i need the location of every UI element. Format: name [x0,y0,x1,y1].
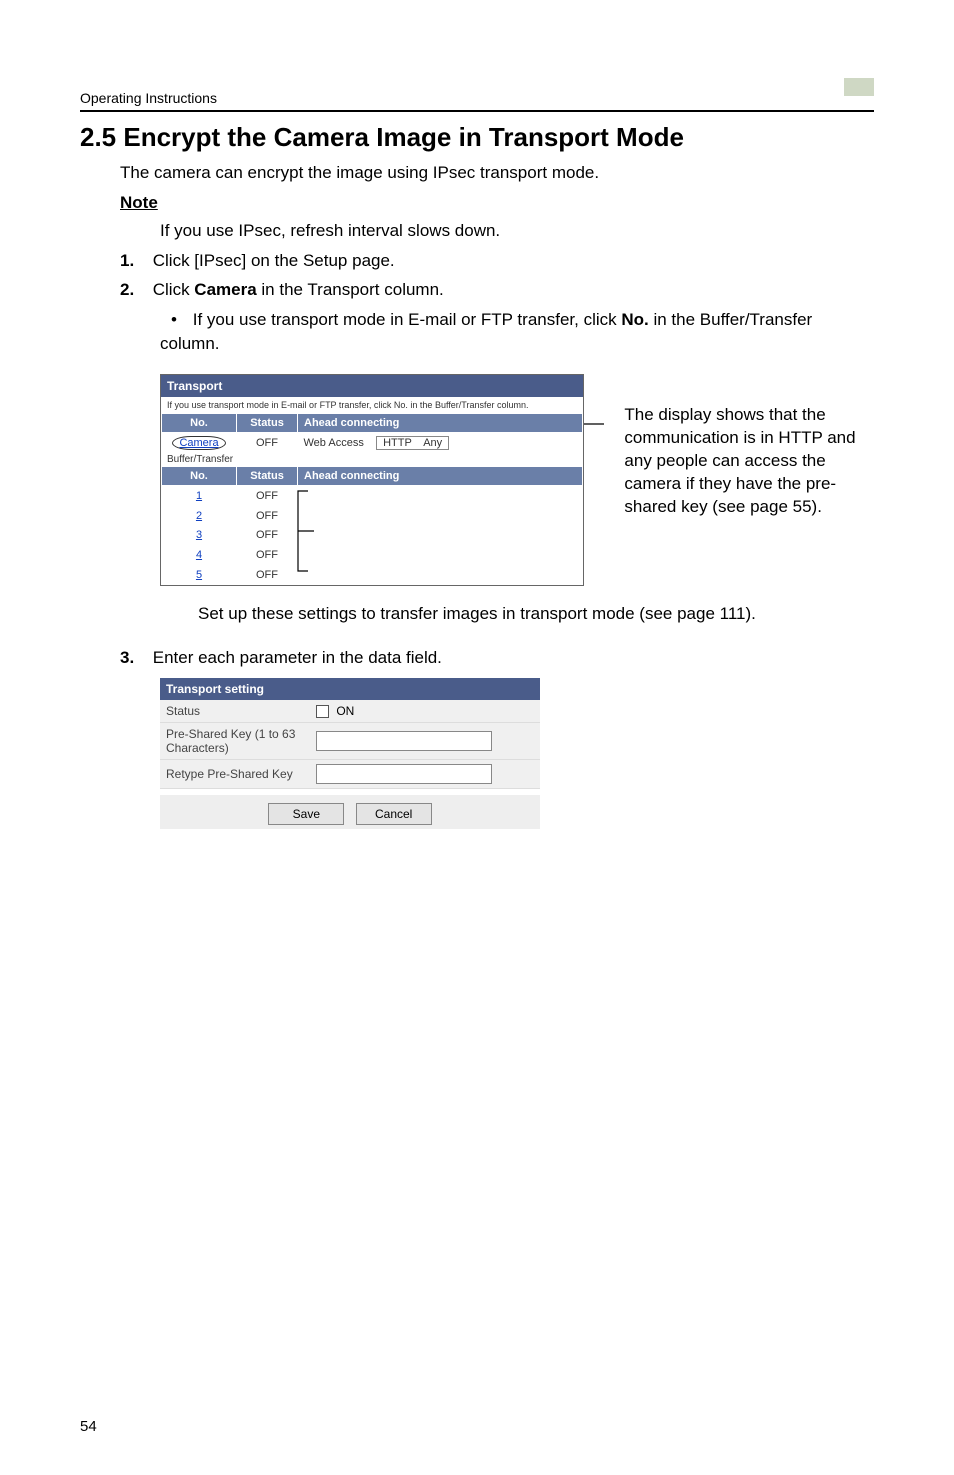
step-2-text-bold: Camera [194,280,256,299]
row-no-link[interactable]: 1 [196,490,202,502]
row-status: OFF [237,545,298,565]
retype-psk-label: Retype Pre-Shared Key [166,767,316,781]
running-header: Operating Instructions [80,90,217,106]
col-ahead-2: Ahead connecting [298,466,583,485]
bracket-icon [294,489,316,579]
psk-label: Pre-Shared Key (1 to 63 Characters) [166,727,316,755]
save-button[interactable]: Save [268,803,344,825]
ahead-cell: Web Access HTTP Any [298,432,583,453]
psk-input[interactable] [316,731,492,751]
table-row: Camera OFF Web Access HTTP Any [162,432,583,453]
col-status-2: Status [237,466,298,485]
step-3-text: Enter each parameter in the data field. [153,648,442,667]
button-row: Save Cancel [160,795,540,829]
row-no-link[interactable]: 3 [196,529,202,541]
buffer-transfer-heading: Buffer/Transfer [161,453,583,466]
step-1-number: 1. [120,249,148,273]
step-3: 3. Enter each parameter in the data fiel… [120,646,874,670]
psk-row: Pre-Shared Key (1 to 63 Characters) [160,723,540,760]
transport-buffer-table: No. Status Ahead connecting 1 OFF 2 OFF [161,466,583,585]
step-2-text-post: in the Transport column. [257,280,444,299]
leader-line-icon [584,414,604,434]
step-2-bullet: • If you use transport mode in E-mail or… [160,308,874,356]
intro-text: The camera can encrypt the image using I… [120,161,874,185]
header-colorbar [844,78,874,96]
table-row: 1 OFF [162,485,583,505]
col-no-2: No. [162,466,237,485]
webaccess-label: Web Access [304,437,364,449]
step-2-bullet-bold: No. [621,310,648,329]
step-3-number: 3. [120,646,148,670]
page-number: 54 [80,1418,97,1435]
col-ahead: Ahead connecting [298,413,583,432]
transport-setting-panel: Transport setting Status ON Pre-Shared K… [160,678,540,829]
status-cell: OFF [237,432,298,453]
status-checkbox[interactable] [316,705,329,718]
http-box: HTTP Any [376,436,449,450]
transport-panel: Transport If you use transport mode in E… [160,374,584,586]
step-2-text-pre: Click [153,280,195,299]
transport-panel-note: If you use transport mode in E-mail or F… [161,397,583,413]
below-figure-text: Set up these settings to transfer images… [198,604,874,624]
section-title: 2.5 Encrypt the Camera Image in Transpor… [80,122,874,153]
status-label: Status [166,704,316,718]
row-status: OFF [237,525,298,545]
transport-top-table: No. Status Ahead connecting Camera OFF W… [161,413,583,453]
annotation-text: The display shows that the communication… [624,404,874,519]
row-no-link[interactable]: 2 [196,510,202,522]
row-status: OFF [237,565,298,585]
retype-psk-row: Retype Pre-Shared Key [160,760,540,789]
step-2: 2. Click Camera in the Transport column. [120,278,874,302]
note-body: If you use IPsec, refresh interval slows… [160,219,874,243]
camera-link[interactable]: Camera [172,436,225,450]
row-status: OFF [237,485,298,505]
step-2-bullet-pre: If you use transport mode in E-mail or F… [193,310,622,329]
row-no-link[interactable]: 5 [196,569,202,581]
retype-psk-input[interactable] [316,764,492,784]
row-no-link[interactable]: 4 [196,549,202,561]
step-2-number: 2. [120,278,148,302]
bullet-icon: • [160,308,188,332]
status-on-label: ON [336,704,354,718]
col-status: Status [237,413,298,432]
row-status: OFF [237,506,298,526]
transport-panel-title: Transport [161,375,583,397]
col-no: No. [162,413,237,432]
status-row: Status ON [160,700,540,723]
step-1-text: Click [IPsec] on the Setup page. [153,251,395,270]
cancel-button[interactable]: Cancel [356,803,432,825]
transport-setting-title: Transport setting [160,678,540,700]
note-heading: Note [120,193,874,213]
step-1: 1. Click [IPsec] on the Setup page. [120,249,874,273]
